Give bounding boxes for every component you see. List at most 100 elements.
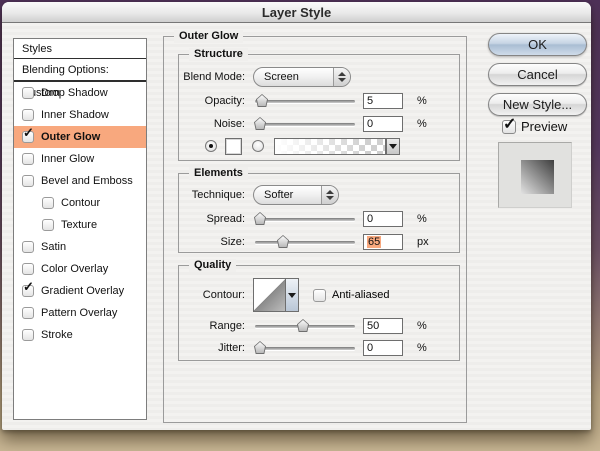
technique-select[interactable]: Softer <box>253 185 339 205</box>
jitter-label: Jitter: <box>218 342 245 354</box>
sidebar-item-inner-glow[interactable]: Inner Glow <box>14 148 146 170</box>
size-input[interactable]: 65 <box>363 234 403 250</box>
sidebar-item-label: Drop Shadow <box>41 87 108 99</box>
opacity-unit: % <box>417 95 427 107</box>
slider-track[interactable] <box>255 100 355 103</box>
glow-color-swatch[interactable] <box>225 137 242 155</box>
contour-picker[interactable] <box>253 278 299 312</box>
outer-glow-checkbox[interactable]: ✓ <box>22 126 34 143</box>
slider-thumb[interactable] <box>254 117 266 130</box>
style-preview-box <box>498 142 572 208</box>
blend-mode-select[interactable]: Screen <box>253 67 351 87</box>
cancel-button[interactable]: Cancel <box>488 63 587 86</box>
preview-label: Preview <box>521 119 568 134</box>
sidebar-item-label: Texture <box>61 219 98 231</box>
ok-button[interactable]: OK <box>488 33 587 56</box>
spread-slider[interactable] <box>254 212 355 226</box>
sidebar-item-color-overlay[interactable]: Color Overlay <box>14 258 146 280</box>
spread-unit: % <box>417 213 427 225</box>
opacity-input[interactable]: 5 <box>363 93 403 109</box>
stroke-checkbox[interactable] <box>22 329 34 341</box>
sidebar-item-blending-options[interactable]: Blending Options: Custom <box>14 59 146 99</box>
preview-checkbox[interactable]: ✓ <box>502 116 516 134</box>
slider-track[interactable] <box>255 218 355 221</box>
slider-thumb[interactable] <box>297 319 309 332</box>
sidebar-item-label: Stroke <box>41 329 73 341</box>
check-icon: ✓ <box>23 279 34 294</box>
sidebar-item-label: Bevel and Emboss <box>41 175 133 187</box>
blend-mode-value: Screen <box>264 71 299 83</box>
elements-section: Elements Technique: Softer Spread: 0 % S… <box>178 167 460 253</box>
color-radio[interactable] <box>205 140 217 152</box>
slider-track[interactable] <box>255 347 355 350</box>
sidebar-item-label: Contour <box>61 197 101 209</box>
drop-shadow-checkbox[interactable] <box>22 87 34 99</box>
pattern-overlay-checkbox[interactable] <box>22 307 34 319</box>
gradient-picker[interactable] <box>274 137 400 155</box>
elements-section-title: Elements <box>189 167 248 180</box>
desktop-background: Layer Style Styles Blending Options: Cus… <box>0 0 600 451</box>
slider-thumb[interactable] <box>254 212 266 225</box>
structure-section-title: Structure <box>189 48 248 61</box>
size-label: Size: <box>220 236 245 248</box>
texture-checkbox[interactable] <box>42 219 54 231</box>
stepper-icon <box>333 68 350 86</box>
sidebar-item-label: Gradient Overlay <box>41 285 125 297</box>
range-slider[interactable] <box>255 319 355 333</box>
sidebar-item-label: Inner Shadow <box>41 109 109 121</box>
contour-checkbox[interactable] <box>42 197 54 209</box>
slider-thumb[interactable] <box>256 94 268 107</box>
size-unit: px <box>417 236 429 248</box>
slider-track[interactable] <box>255 241 355 244</box>
sidebar-item-stroke[interactable]: Stroke <box>14 324 146 346</box>
check-icon: ✓ <box>503 115 517 133</box>
sidebar-item-label: Outer Glow <box>41 131 101 143</box>
contour-preview <box>253 278 285 312</box>
technique-label: Technique: <box>191 189 245 201</box>
slider-thumb[interactable] <box>277 235 289 248</box>
sidebar-item-pattern-overlay[interactable]: Pattern Overlay <box>14 302 146 324</box>
layer-style-dialog: Layer Style Styles Blending Options: Cus… <box>2 2 591 430</box>
jitter-unit: % <box>417 342 427 354</box>
opacity-label: Opacity: <box>204 95 245 107</box>
sidebar-item-inner-shadow[interactable]: Inner Shadow <box>14 104 146 126</box>
sidebar-item-label: Inner Glow <box>41 153 95 165</box>
range-label: Range: <box>209 320 245 332</box>
inner-shadow-checkbox[interactable] <box>22 109 34 121</box>
noise-unit: % <box>417 118 427 130</box>
sidebar-item-bevel-and-emboss[interactable]: Bevel and Emboss <box>14 170 146 192</box>
chevron-down-icon[interactable] <box>386 137 400 155</box>
sidebar-item-texture[interactable]: Texture <box>14 214 146 236</box>
sidebar-item-satin[interactable]: Satin <box>14 236 146 258</box>
opacity-slider[interactable] <box>255 94 355 108</box>
inner-glow-checkbox[interactable] <box>22 153 34 165</box>
gradient-radio[interactable] <box>252 140 264 152</box>
gradient-overlay-checkbox[interactable]: ✓ <box>22 280 34 297</box>
jitter-slider[interactable] <box>254 341 355 355</box>
sidebar-item-gradient-overlay[interactable]: ✓ Gradient Overlay <box>14 280 146 302</box>
spread-input[interactable]: 0 <box>363 211 403 227</box>
styles-panel: Styles Blending Options: Custom Drop Sha… <box>13 38 147 420</box>
sidebar-item-label: Satin <box>41 241 67 253</box>
noise-input[interactable]: 0 <box>363 116 403 132</box>
check-icon: ✓ <box>23 125 34 140</box>
satin-checkbox[interactable] <box>22 241 34 253</box>
sidebar-item-contour[interactable]: Contour <box>14 192 146 214</box>
window-titlebar[interactable]: Layer Style <box>2 2 591 23</box>
sidebar-item-outer-glow[interactable]: ✓ Outer Glow <box>14 126 146 148</box>
slider-track[interactable] <box>255 123 355 126</box>
jitter-input[interactable]: 0 <box>363 340 403 356</box>
color-overlay-checkbox[interactable] <box>22 263 34 275</box>
spread-label: Spread: <box>206 213 245 225</box>
chevron-down-icon[interactable] <box>285 278 299 312</box>
bevel-emboss-checkbox[interactable] <box>22 175 34 187</box>
size-slider[interactable] <box>255 235 355 249</box>
range-input[interactable]: 50 <box>363 318 403 334</box>
anti-aliased-checkbox[interactable] <box>313 288 326 302</box>
noise-slider[interactable] <box>254 117 355 131</box>
range-unit: % <box>417 320 427 332</box>
noise-label: Noise: <box>213 118 245 130</box>
slider-thumb[interactable] <box>254 341 266 354</box>
style-preview-thumbnail <box>521 160 554 194</box>
quality-section: Quality Contour: Anti-aliased Range: 50 … <box>178 259 460 361</box>
